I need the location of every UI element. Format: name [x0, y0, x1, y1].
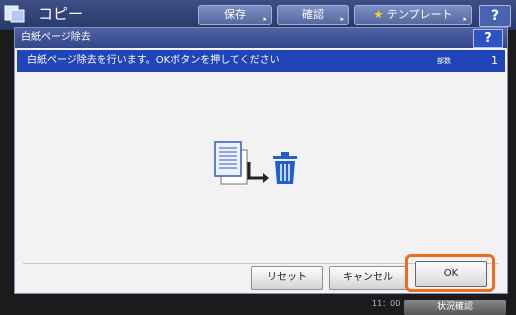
- dialog-titlebar: 白紙ページ除去 ?: [15, 28, 507, 48]
- clock: 11：00: [372, 299, 401, 308]
- confirm-button[interactable]: 確認 ▸: [277, 5, 349, 25]
- dialog-title: 白紙ページ除去: [21, 32, 91, 43]
- dialog-help-button[interactable]: ?: [473, 29, 503, 48]
- blank-page-removal-illustration: [211, 138, 311, 198]
- ok-button[interactable]: OK: [415, 261, 487, 287]
- help-button[interactable]: ?: [479, 5, 511, 27]
- message-bar: 白紙ページ除去を行います。OKボタンを押してください 部数 1: [17, 50, 505, 72]
- arrow-icon: ▸: [263, 15, 267, 23]
- reset-button[interactable]: リセット: [251, 266, 323, 290]
- template-button[interactable]: ★ テンプレート ▸: [354, 5, 472, 25]
- template-label: テンプレート: [386, 8, 453, 21]
- save-button[interactable]: 保存 ▸: [198, 5, 272, 25]
- copy-icon: [4, 4, 26, 24]
- arrow-icon: ▸: [463, 15, 467, 23]
- instruction-message: 白紙ページ除去を行います。OKボタンを押してください: [27, 55, 280, 66]
- blank-page-removal-dialog: 白紙ページ除去 ? 白紙ページ除去を行います。OKボタンを押してください 部数 …: [14, 27, 508, 294]
- status-check-button[interactable]: 状況確認: [404, 300, 506, 315]
- confirm-label: 確認: [302, 8, 324, 21]
- app-header: コピー 保存 ▸ 確認 ▸ ★ テンプレート ▸ ?: [0, 0, 516, 30]
- app-title: コピー: [38, 5, 84, 23]
- arrow-icon: ▸: [340, 15, 344, 23]
- cancel-button[interactable]: キャンセル: [329, 266, 407, 290]
- copies-label: 部数: [437, 57, 451, 65]
- copies-value: 1: [491, 54, 498, 67]
- star-icon: ★: [373, 8, 384, 21]
- save-label: 保存: [224, 8, 246, 21]
